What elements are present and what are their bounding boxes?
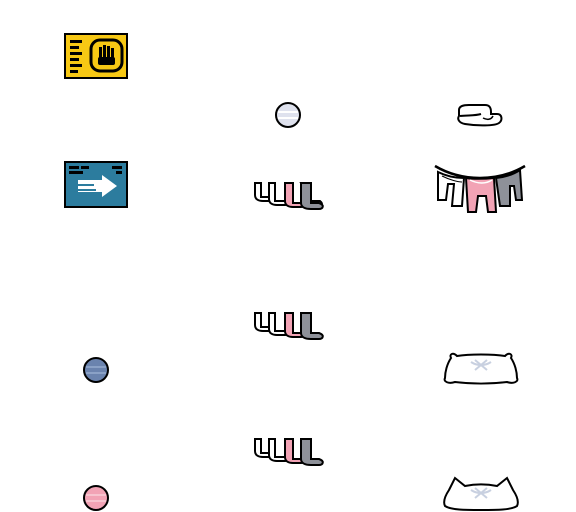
hanging-laundry-line-icon <box>432 160 528 218</box>
sock-row-icon <box>249 311 329 341</box>
blue-ball-icon <box>82 356 110 384</box>
sock-row-icon <box>249 181 329 211</box>
cat-pillow-icon <box>441 476 521 512</box>
pink-ball-icon <box>82 484 110 512</box>
stop-hand-sign-icon <box>64 33 128 79</box>
lavender-ball-icon <box>274 101 302 129</box>
pillow-icon <box>441 350 521 386</box>
white-sock-icon <box>455 102 505 128</box>
sock-row-icon <box>249 437 329 467</box>
blue-arrow-sign-icon <box>64 161 128 208</box>
